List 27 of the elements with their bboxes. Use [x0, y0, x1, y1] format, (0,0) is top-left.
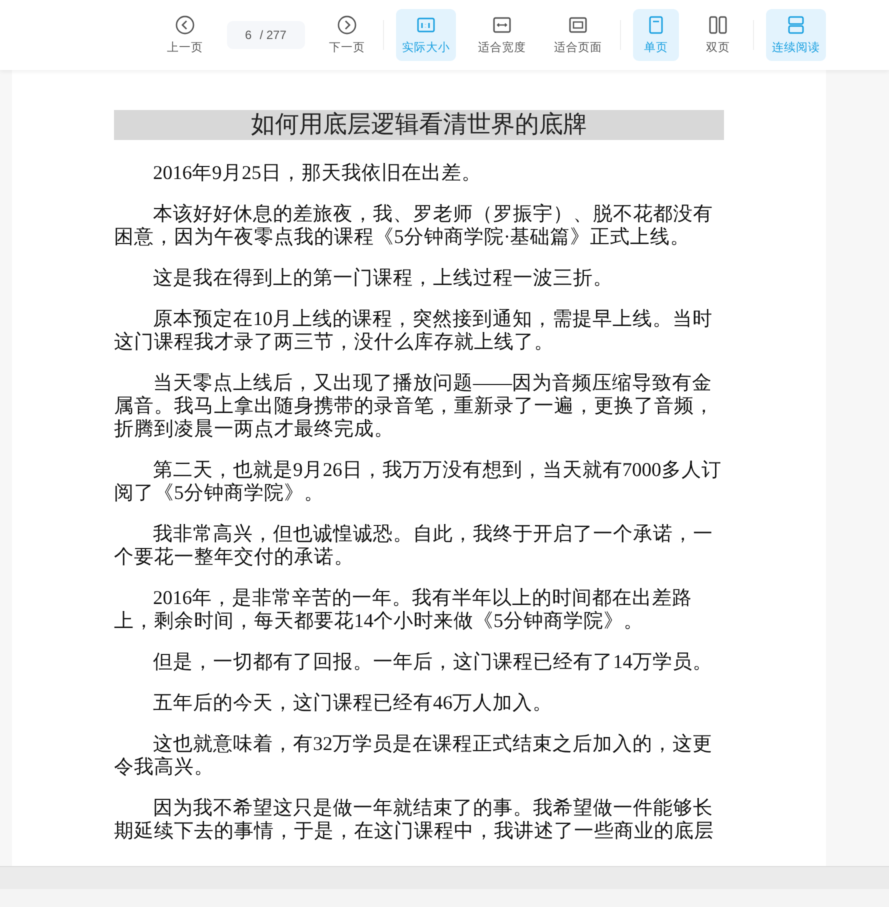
zoom-mode-button[interactable]: 适合宽度	[472, 9, 532, 61]
page-number-field[interactable]: 6 / 277	[227, 21, 305, 49]
next-page-button[interactable]: 下一页	[323, 9, 371, 61]
paragraph: 原本预定在10月上线的课程，突然接到通知，需提早上线。当时这门课程我才录了两三节，没什么库存就上线了。	[114, 308, 714, 354]
double-page-icon	[708, 15, 728, 35]
page-mode-button[interactable]: 双页	[695, 9, 741, 61]
paragraph: 第二天，也就是9月26日，我万万没有想到，当天就有7000多人订阅了《5分钟商学院》。	[114, 459, 722, 505]
paragraph: 这是我在得到上的第一门课程，上线过程一波三折。	[152, 267, 614, 290]
zoom-mode-button[interactable]: 适合页面	[548, 9, 608, 61]
fit-width-icon	[492, 15, 512, 35]
chapter-title: 如何用底层逻辑看清世界的底牌	[114, 110, 724, 140]
paragraph: 这也就意味着，有32万学员是在课程正式结束之后加入的，这更令我高兴。	[114, 733, 714, 779]
fit-page-icon	[568, 15, 588, 35]
paragraph: 2016年9月25日，那天我依旧在出差。	[152, 162, 482, 185]
stacked-pages-icon	[786, 15, 806, 35]
paragraph: 本该好好休息的差旅夜，我、罗老师（罗振宇）、脱不花都没有困意，因为午夜零点我的课程《5分钟商学院·基础篇》正式上线。	[114, 203, 714, 249]
horizontal-scrollbar[interactable]	[0, 866, 889, 889]
paragraph: 五年后的今天，这门课程已经有46万人加入。	[152, 692, 554, 715]
paragraph: 2016年，是非常辛苦的一年。我有半年以上的时间都在出差路上，剩余时间，每天都要花14个小时来做《5分钟商学院》。	[114, 587, 693, 633]
paragraph: 我非常高兴，但也诚惶诚恐。自此，我终于开启了一个承诺，一个要花一整年交付的承诺。	[114, 523, 714, 569]
paragraph: 因为我不希望这只是做一年就结束了的事。我希望做一件能够长期延续下去的事情，于是，在这门课程中，我讲述了一些商业的底层	[114, 797, 715, 843]
paragraph: 当天零点上线后，又出现了播放问题——因为音频压缩导致有金属音。我马上拿出随身携带的录音笔，重新录了一遍，更换了音频，折腾到凌晨一两点才最终完成。	[114, 372, 715, 441]
chevron-left-icon	[175, 15, 195, 35]
paragraph: 但是，一切都有了回报。一年后，这门课程已经有了14万学员。	[152, 651, 714, 674]
chevron-right-icon	[337, 15, 357, 35]
previous-page-button[interactable]: 上一页	[161, 9, 209, 61]
actual-size-icon	[416, 15, 436, 35]
